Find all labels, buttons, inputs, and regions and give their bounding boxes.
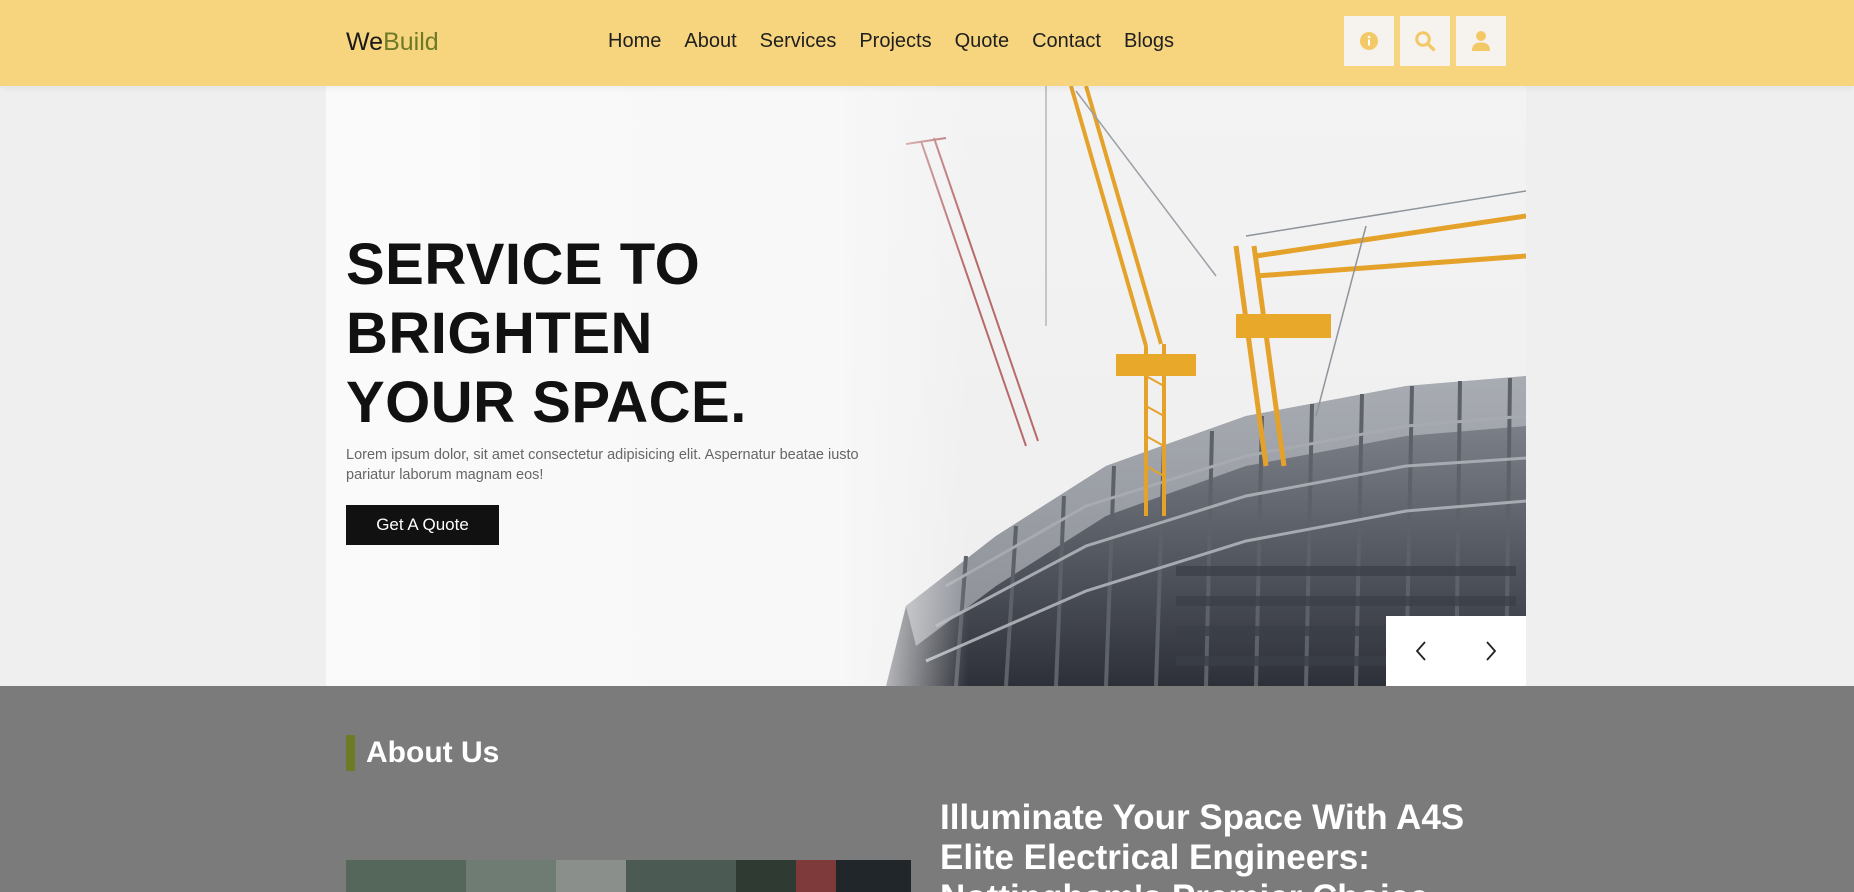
main-nav: Home About Services Projects Quote Conta… [608, 29, 1197, 53]
site-logo[interactable]: WeBuild [346, 27, 439, 57]
nav-item-contact[interactable]: Contact [1032, 29, 1101, 53]
site-header: WeBuild Home About Services Projects Quo… [0, 0, 1854, 86]
logo-text-build: Build [383, 28, 439, 56]
account-button[interactable] [1456, 16, 1506, 66]
hero-title-line-3: YOUR SPACE. [346, 370, 747, 435]
hero-description: Lorem ipsum dolor, sit amet consectetur … [346, 447, 859, 483]
slider-controls [1386, 616, 1526, 686]
about-heading: Illuminate Your Space With A4S Elite Ele… [940, 798, 1465, 892]
construction-cranes-image [846, 86, 1526, 686]
about-section: About Us Illuminate Your Space With A4S … [0, 686, 1854, 892]
nav-item-services[interactable]: Services [760, 29, 837, 53]
about-section-title: About Us [366, 736, 500, 769]
hero-title-line-2: BRIGHTEN [346, 301, 653, 366]
hero-title-line-1: SERVICE TO [346, 232, 701, 297]
hero-title: SERVICE TO BRIGHTEN YOUR SPACE. [346, 230, 747, 437]
slider-next-button[interactable] [1474, 634, 1508, 668]
logo-text-we: We [346, 28, 384, 56]
get-quote-button[interactable]: Get A Quote [346, 505, 499, 545]
search-button[interactable] [1400, 16, 1450, 66]
info-icon [1360, 32, 1378, 50]
user-icon [1472, 31, 1490, 51]
nav-item-home[interactable]: Home [608, 29, 661, 53]
next-arrow-icon [1486, 641, 1497, 661]
hero-section: SERVICE TO BRIGHTEN YOUR SPACE. Lorem ip… [326, 86, 1526, 686]
nav-item-about[interactable]: About [684, 29, 736, 53]
about-title-accent-bar [346, 735, 355, 771]
nav-item-quote[interactable]: Quote [955, 29, 1009, 53]
slider-prev-button[interactable] [1404, 634, 1438, 668]
info-button[interactable] [1344, 16, 1394, 66]
about-image [346, 860, 911, 892]
nav-item-blogs[interactable]: Blogs [1124, 29, 1174, 53]
previous-arrow-icon [1415, 641, 1426, 661]
nav-item-projects[interactable]: Projects [859, 29, 931, 53]
search-icon [1415, 31, 1436, 52]
